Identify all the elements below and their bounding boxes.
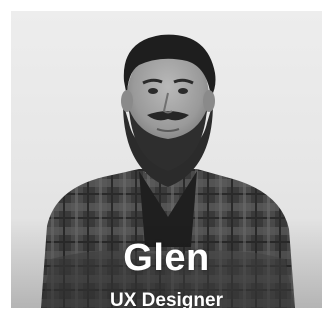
profile-role: UX Designer [110, 290, 223, 308]
profile-card: Glen UX Designer [11, 11, 322, 308]
profile-name: Glen [123, 237, 210, 279]
profile-card-frame: Glen UX Designer [0, 0, 333, 319]
